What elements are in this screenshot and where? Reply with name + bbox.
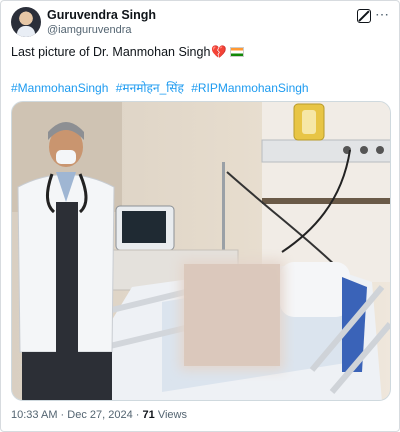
tweet-text: Last picture of Dr. Manmohan Singh💔 [11, 45, 244, 60]
views-count: 71 [142, 409, 155, 421]
avatar[interactable] [11, 7, 41, 37]
tweet-photo[interactable] [11, 101, 391, 401]
hashtag-link[interactable]: #ManmohanSingh [11, 81, 108, 95]
hashtag-list: #ManmohanSingh #मनमोहन_सिंह #RIPManmohan… [11, 79, 313, 96]
views-label: Views [157, 409, 187, 421]
separator: · [135, 409, 140, 421]
tweet-time[interactable]: 10:33 AM [11, 409, 57, 421]
hospital-room-image [12, 102, 390, 400]
tweet-text-content: Last picture of Dr. Manmohan Singh [11, 45, 211, 59]
author-name[interactable]: Guruvendra Singh [47, 8, 156, 22]
hashtag-link[interactable]: #RIPManmohanSingh [191, 81, 308, 95]
more-options-icon[interactable]: ⋯ [375, 7, 389, 21]
grok-icon[interactable] [357, 9, 371, 23]
separator: · [60, 409, 65, 421]
india-flag-icon [230, 47, 244, 57]
broken-heart-icon: 💔 [211, 45, 227, 59]
tweet-card[interactable]: Guruvendra Singh @iamguruvendra ⋯ Last p… [0, 0, 400, 432]
tweet-footer: 10:33 AM · Dec 27, 2024 · 71 Views [11, 409, 187, 421]
tweet-date[interactable]: Dec 27, 2024 [67, 409, 132, 421]
tweet-header: Guruvendra Singh @iamguruvendra ⋯ [11, 7, 391, 39]
hashtag-link[interactable]: #मनमोहन_सिंह [116, 81, 184, 95]
author-handle[interactable]: @iamguruvendra [47, 24, 132, 36]
